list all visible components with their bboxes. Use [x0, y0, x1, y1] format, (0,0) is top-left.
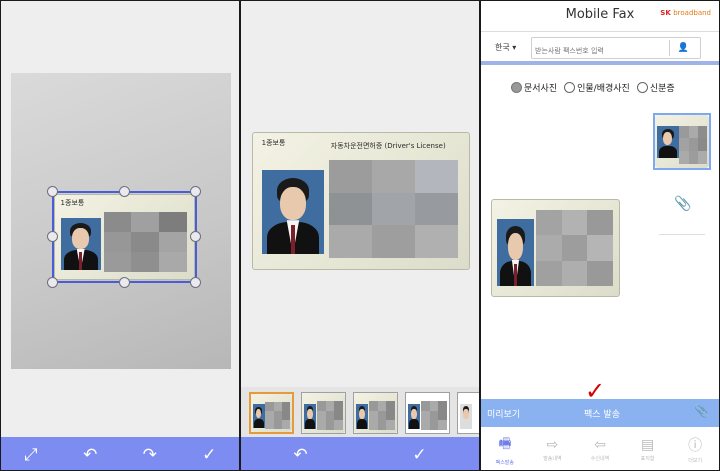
fax-icon: 🖷: [498, 436, 512, 452]
thumbnail[interactable]: [249, 392, 294, 434]
nav-item-inbox[interactable]: ⇦ 수신내역: [580, 437, 620, 462]
radio-portrait-photo[interactable]: 인물/배경사진: [564, 81, 630, 94]
preview-button[interactable]: 미리보기: [487, 407, 520, 420]
redacted-info: [536, 209, 613, 287]
attach-icon[interactable]: 📎: [674, 196, 691, 212]
country-select[interactable]: 한국 ▾: [495, 42, 516, 53]
nav-label: 표지함: [640, 456, 655, 462]
radio-label: 문서사진: [524, 84, 558, 94]
sent-history-icon: ⇨: [546, 437, 559, 453]
more-info-icon: ⓘ: [688, 438, 703, 454]
inbox-icon: ⇦: [594, 437, 606, 453]
doc-type-options: 문서사진 인물/배경사진 신분증: [511, 81, 675, 94]
radio-id-card[interactable]: 신분증: [636, 81, 675, 94]
attach-icon[interactable]: 📎: [694, 404, 709, 418]
mobile-fax-screen: Mobile Fax SK broadband 한국 ▾ 👤 문서사진 인물/배…: [480, 0, 720, 471]
radio-document-photo[interactable]: 문서사진: [511, 81, 557, 94]
radio-label: 인물/배경사진: [577, 84, 630, 94]
nav-label: 팩스발송: [495, 460, 514, 466]
nav-item-cover-page[interactable]: ▤ 표지함: [628, 437, 668, 462]
nav-item-sent-history[interactable]: ⇨ 발송내역: [532, 437, 572, 462]
radio-dot: [564, 82, 576, 93]
crop-toolbar: ⤢ ↶ ↷ ✓: [1, 437, 239, 470]
crop-handle-right[interactable]: [190, 231, 201, 242]
fax-number-field[interactable]: 👤: [531, 37, 701, 61]
contacts-icon[interactable]: 👤: [669, 40, 697, 56]
radio-dot: [511, 82, 522, 93]
card-type-label: 1종보통: [261, 139, 286, 148]
thumbnail[interactable]: [457, 392, 479, 434]
confirm-check-icon[interactable]: ✓: [408, 445, 432, 465]
header-accent-bar: [481, 61, 719, 65]
cover-page-icon: ▤: [640, 437, 655, 453]
redacted-info: [328, 160, 459, 259]
action-bar: 미리보기 팩스 발송 📎: [481, 399, 719, 427]
id-photo: [261, 169, 325, 255]
rotate-right-icon[interactable]: ↷: [138, 445, 162, 465]
crop-handle-top-right[interactable]: [190, 186, 201, 197]
expand-icon[interactable]: ⤢: [19, 445, 43, 465]
fax-number-input[interactable]: [532, 41, 672, 61]
radio-dot: [636, 82, 648, 93]
rotate-left-icon[interactable]: ↶: [78, 445, 102, 465]
brand-logo: SK broadband: [660, 9, 711, 17]
radio-label: 신분증: [649, 84, 675, 94]
chevron-down-icon: ▾: [512, 43, 517, 52]
nav-label: 더보기: [688, 458, 703, 464]
selected-page-thumbnail[interactable]: [653, 113, 711, 170]
crop-frame[interactable]: [52, 191, 197, 283]
crop-handle-bottom-right[interactable]: [190, 277, 201, 288]
confirm-check-icon[interactable]: ✓: [197, 445, 221, 465]
crop-screen: 1종보통 ⤢ ↶ ↷ ✓: [0, 0, 240, 471]
list-divider: [659, 234, 705, 235]
nav-item-send-fax[interactable]: 🖷 팩스발송: [485, 433, 525, 466]
crop-handle-bottom[interactable]: [119, 277, 130, 288]
thumbnail[interactable]: [405, 392, 450, 434]
cropped-preview-screen: 1종보통 자동차운전면허증 (Driver's License) ↶ ✓: [240, 0, 480, 471]
preview-toolbar: ↶ ✓: [241, 437, 479, 470]
cropped-id-card: 1종보통 자동차운전면허증 (Driver's License): [252, 132, 470, 270]
crop-handle-left[interactable]: [47, 231, 58, 242]
country-select-value: 한국: [495, 43, 510, 52]
nav-label: 수신내역: [590, 456, 610, 462]
nav-item-more[interactable]: ⓘ 더보기: [675, 435, 715, 464]
page-thumbnails: [241, 387, 479, 437]
send-fax-button[interactable]: 팩스 발송: [584, 407, 620, 420]
thumbnail[interactable]: [301, 392, 346, 434]
crop-handle-top-left[interactable]: [47, 186, 58, 197]
nav-label: 발송내역: [543, 456, 562, 462]
rotate-left-icon[interactable]: ↶: [289, 445, 313, 465]
crop-handle-top[interactable]: [119, 186, 130, 197]
fax-page-preview: [491, 199, 620, 297]
header-divider: [481, 31, 719, 32]
id-photo: [497, 219, 534, 287]
thumbnail[interactable]: [353, 392, 398, 434]
card-title: 자동차운전면허증 (Driver's License): [330, 142, 446, 151]
crop-handle-bottom-left[interactable]: [47, 277, 58, 288]
bottom-nav: 🖷 팩스발송 ⇨ 발송내역 ⇦ 수신내역 ▤ 표지함 ⓘ 더보기: [481, 427, 719, 470]
